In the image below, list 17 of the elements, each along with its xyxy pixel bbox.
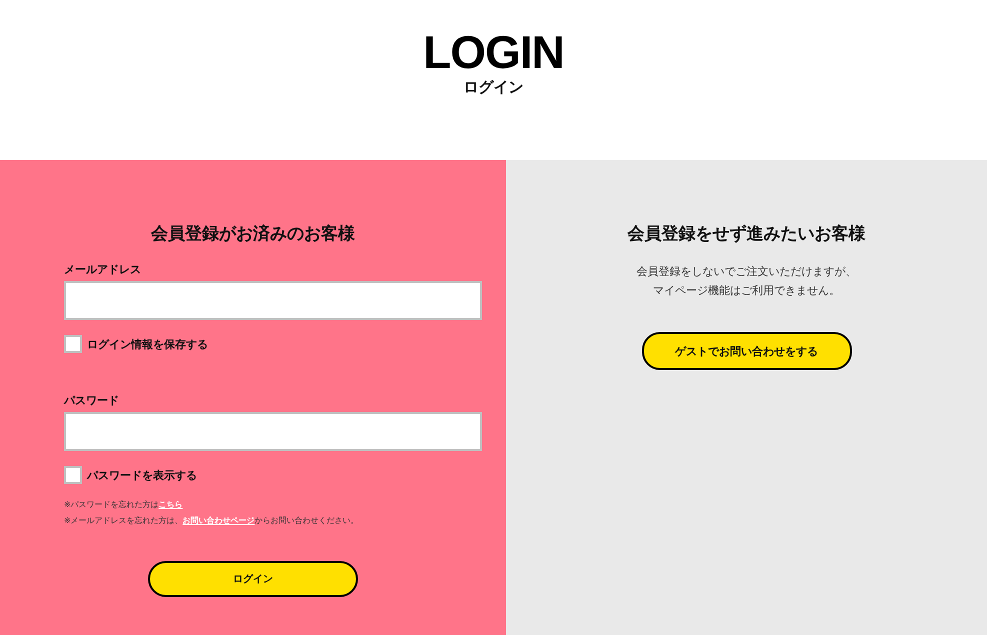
input-field[interactable] [64,281,482,320]
page-subtitle: ログイン [464,78,524,97]
help-note: ※メールアドレスを忘れた方は、お問い合わせページからお問い合わせください。 [64,515,360,527]
section-heading: 会員登録がお済みのお客様 [151,223,355,246]
section-heading: 会員登録をせず進みたいお客様 [628,223,866,246]
guest-description: 会員登録をしないでご注文いただけますが、 マイページ機能はご利用できません。 [636,264,856,299]
page-title: LOGIN [423,28,564,76]
guest-contact-button[interactable]: ゲストでお問い合わせをする [642,332,852,370]
checkbox[interactable] [64,466,82,484]
help-note: ※パスワードを忘れた方はこちら [64,499,184,511]
checkbox-label: ログイン情報を保存する [87,336,208,352]
input-field[interactable] [64,412,482,451]
field-label: メールアドレス [64,262,141,277]
login-button[interactable]: ログイン [148,561,358,597]
checkbox[interactable] [64,335,82,353]
checkbox-label: パスワードを表示する [87,468,197,482]
field-label: パスワード [64,393,119,408]
